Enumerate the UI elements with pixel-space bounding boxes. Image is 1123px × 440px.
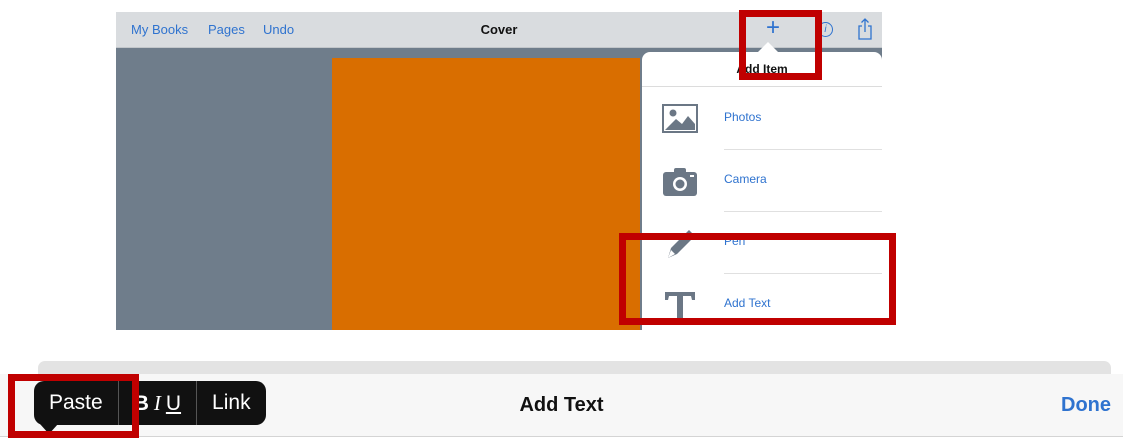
highlight-box-paste: [8, 374, 139, 438]
toolbar-backdrop: [38, 361, 1111, 375]
highlight-box-add-button: [739, 10, 822, 80]
highlight-box-add-text: [619, 233, 896, 325]
menu-item-photos[interactable]: Photos: [642, 88, 882, 150]
menu-label-camera: Camera: [724, 172, 767, 186]
italic-icon: I: [153, 391, 161, 415]
photo-icon: [662, 104, 698, 133]
book-cover-page[interactable]: [332, 58, 640, 330]
done-button[interactable]: Done: [1061, 394, 1111, 417]
link-button[interactable]: Link: [197, 381, 266, 425]
underline-icon: U: [165, 392, 182, 415]
share-icon[interactable]: [858, 18, 872, 40]
divider: [642, 86, 882, 87]
camera-icon: [663, 168, 697, 196]
menu-label-photos: Photos: [724, 110, 762, 124]
menu-item-camera[interactable]: Camera: [642, 150, 882, 212]
